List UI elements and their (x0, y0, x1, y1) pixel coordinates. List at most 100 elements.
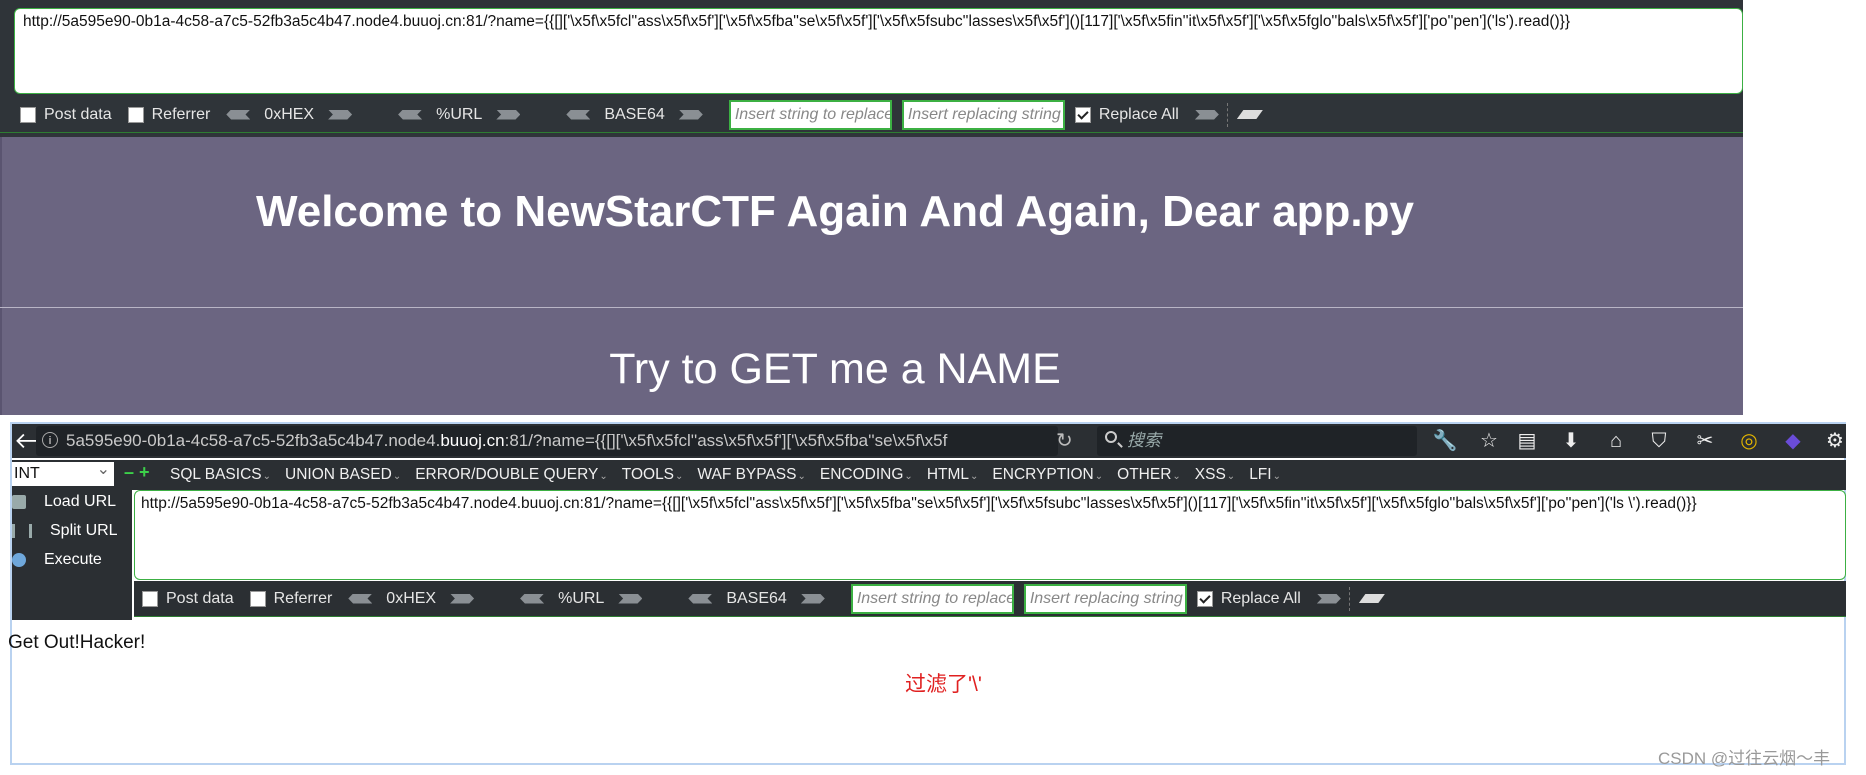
address-host: 5a595e90-0b1a-4c58-a7c5-52fb3a5c4b47.nod… (66, 431, 441, 450)
split-url-button[interactable]: Split URL (12, 522, 132, 540)
reader-icon[interactable]: ▤ (1514, 428, 1540, 454)
extension-cube-icon[interactable]: ◆ (1780, 428, 1806, 454)
menu-error-double-query[interactable]: ERROR/DOUBLE QUERY (415, 466, 608, 484)
referrer-label: Referrer (151, 105, 211, 123)
hackbar-toolbar: Post data Referrer 0xHEX %URL BASE64 Ins… (134, 581, 1846, 617)
referrer-label: Referrer (273, 589, 333, 607)
pocket-icon[interactable]: ⛉ (1646, 428, 1672, 454)
checkbox-box[interactable] (249, 590, 266, 607)
address-domain: buuoj.cn (440, 431, 505, 450)
divider (0, 307, 1743, 308)
replace-all-label: Replace All (1098, 105, 1179, 123)
hex-encode-button[interactable]: 0xHEX (348, 589, 475, 608)
star-icon[interactable]: ☆ (1476, 428, 1502, 454)
execute-button[interactable]: Execute (12, 551, 132, 569)
split-url-icon (12, 523, 32, 538)
checkbox-box[interactable] (142, 590, 158, 607)
menu-html[interactable]: HTML (927, 466, 979, 484)
decode-arrow-icon[interactable] (348, 593, 373, 604)
menu-tools[interactable]: TOOLS (622, 466, 684, 484)
post-data-checkbox[interactable]: Post data (20, 106, 112, 124)
hex-label: 0xHEX (386, 589, 437, 607)
decode-arrow-icon[interactable] (398, 109, 423, 120)
replace-all-checkbox[interactable]: Replace All (1196, 590, 1301, 608)
post-data-checkbox[interactable]: Post data (142, 590, 234, 608)
eraser-icon[interactable] (1236, 110, 1263, 119)
menu-xss[interactable]: XSS (1195, 466, 1235, 484)
replacing-string-input[interactable]: Insert replacing string (1023, 583, 1187, 614)
plus-minus-icon[interactable]: – + (124, 462, 150, 483)
top-url-textarea[interactable]: http://5a595e90-0b1a-4c58-a7c5-52fb3a5c4… (14, 8, 1743, 94)
load-url-icon (12, 494, 26, 509)
settings-icon[interactable]: ⚙ (1824, 428, 1846, 454)
encode-arrow-icon[interactable] (678, 109, 703, 120)
page-subheading: Try to GET me a NAME (609, 345, 1061, 393)
address-path: :81/?name={{[]['\x5f\x5fcl''ass\x5f\x5f'… (504, 431, 948, 450)
encode-arrow-icon[interactable] (800, 593, 825, 604)
referrer-checkbox[interactable]: Referrer (127, 105, 211, 124)
response-text: Get Out!Hacker! (8, 632, 146, 653)
menu-encoding[interactable]: ENCODING (820, 466, 913, 484)
load-url-button[interactable]: Load URL (12, 493, 132, 511)
base64-label: BASE64 (604, 105, 665, 123)
hex-encode-button[interactable]: 0xHEX (226, 105, 353, 124)
encode-arrow-icon[interactable] (450, 593, 475, 604)
hackbar-menu: SQL BASICS UNION BASED ERROR/DOUBLE QUER… (170, 460, 1295, 490)
encode-arrow-icon[interactable] (328, 109, 353, 120)
home-icon[interactable]: ⌂ (1603, 428, 1629, 454)
execute-icon (12, 552, 26, 567)
replace-arrow-icon[interactable] (1316, 593, 1341, 604)
search-input[interactable]: 搜索 (1097, 426, 1417, 456)
referrer-checkbox[interactable]: Referrer (249, 589, 333, 608)
annotation-note: 过滤了'\' (905, 673, 982, 696)
decode-arrow-icon[interactable] (566, 109, 591, 120)
replacing-string-input[interactable]: Insert replacing string (901, 99, 1065, 130)
url-encode-button[interactable]: %URL (398, 106, 521, 124)
download-icon[interactable]: ⬇ (1558, 428, 1584, 454)
decode-arrow-icon[interactable] (520, 593, 545, 604)
post-data-label: Post data (166, 589, 234, 607)
base64-label: BASE64 (726, 589, 787, 607)
toolbar-separator (1226, 102, 1229, 127)
execute-label: Execute (44, 551, 102, 568)
menu-encryption[interactable]: ENCRYPTION (992, 466, 1103, 484)
checkbox-box[interactable] (127, 106, 144, 123)
replace-arrow-icon[interactable] (1194, 109, 1219, 120)
decode-arrow-icon[interactable] (688, 593, 713, 604)
menu-union-based[interactable]: UNION BASED (285, 466, 401, 484)
load-url-label: Load URL (44, 493, 117, 510)
base64-encode-button[interactable]: BASE64 (688, 589, 825, 608)
url-encode-button[interactable]: %URL (520, 589, 643, 608)
menu-other[interactable]: OTHER (1117, 466, 1181, 484)
base64-encode-button[interactable]: BASE64 (566, 105, 703, 124)
checkbox-box[interactable] (1196, 590, 1213, 607)
menu-lfi[interactable]: LFI (1249, 466, 1281, 484)
eraser-icon[interactable] (1358, 594, 1385, 603)
replace-string-input[interactable]: Insert string to replace (728, 99, 892, 130)
encode-arrow-icon[interactable] (618, 593, 643, 604)
top-hackbar-toolbar: Post data Referrer 0xHEX %URL BASE64 Ins… (0, 97, 1743, 133)
hackbar-url-textarea[interactable]: http://5a595e90-0b1a-4c58-a7c5-52fb3a5c4… (134, 490, 1846, 580)
checkbox-box[interactable] (1074, 106, 1091, 123)
info-icon[interactable]: i (42, 432, 58, 448)
extension-ring-icon[interactable]: ◎ (1736, 428, 1762, 454)
url-label: %URL (558, 589, 605, 607)
toolbar-separator (1348, 586, 1351, 611)
post-data-label: Post data (44, 105, 112, 123)
type-select[interactable]: INT (12, 458, 114, 486)
replace-all-checkbox[interactable]: Replace All (1074, 105, 1179, 124)
checkbox-box[interactable] (20, 106, 36, 123)
search-icon (1105, 431, 1117, 443)
menu-waf-bypass[interactable]: WAF BYPASS (697, 466, 805, 484)
menu-sql-basics[interactable]: SQL BASICS (170, 466, 271, 484)
watermark: CSDN @过往云烟～丰 (1658, 749, 1831, 768)
replace-string-input[interactable]: Insert string to replace (850, 583, 1014, 614)
address-bar[interactable]: 5a595e90-0b1a-4c58-a7c5-52fb3a5c4b47.nod… (36, 426, 1058, 456)
encode-arrow-icon[interactable] (496, 109, 521, 120)
reload-icon[interactable]: ↻ (1056, 428, 1073, 453)
screenshot-icon[interactable]: ✂ (1692, 428, 1718, 454)
page-heading: Welcome to NewStarCTF Again And Again, D… (255, 187, 1414, 236)
wrench-icon[interactable]: 🔧 (1432, 428, 1458, 454)
hex-label: 0xHEX (264, 105, 315, 123)
decode-arrow-icon[interactable] (226, 109, 251, 120)
